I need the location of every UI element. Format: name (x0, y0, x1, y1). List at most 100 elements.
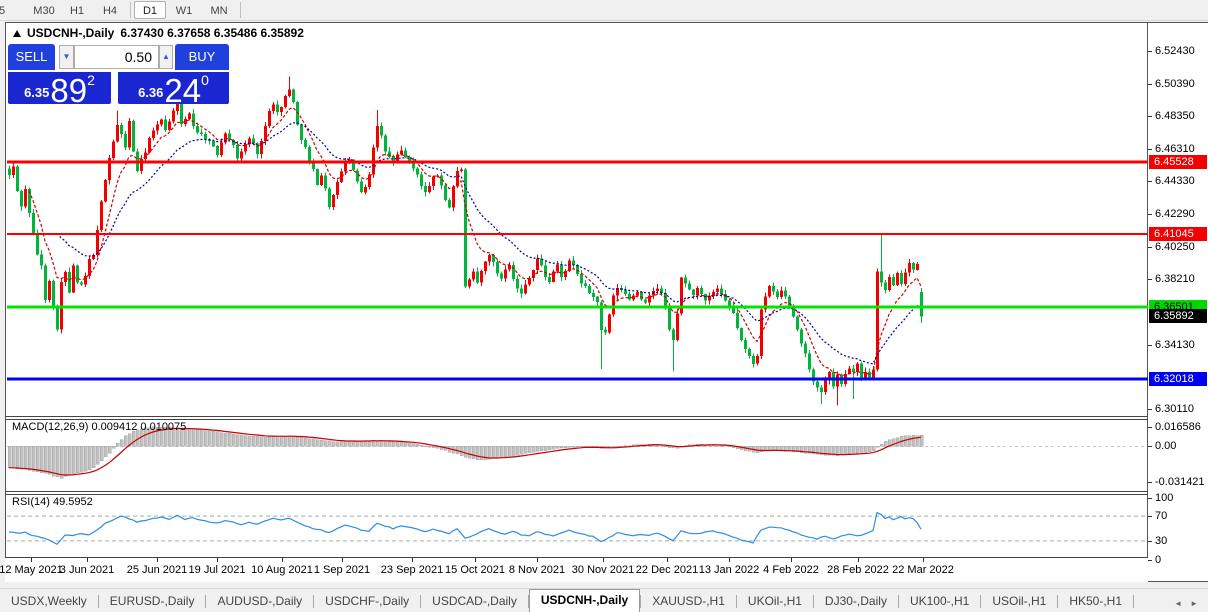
rsi-indicator-label: RSI(14) 49.5952 (12, 496, 93, 508)
chart-title-ohlc: 6.37430 6.37658 6.35486 6.35892 (120, 26, 304, 40)
chart-title-symbol: USDCNH-,Daily (27, 26, 115, 40)
chart-title: USDCNH-,Daily 6.37430 6.37658 6.35486 6.3… (13, 26, 304, 40)
ask-price-big: 24 (164, 72, 202, 109)
macd-axis-label: 0.016586 (1155, 420, 1201, 433)
volume-increase-button[interactable]: ▲ (159, 45, 173, 69)
price-axis-tick (1148, 246, 1152, 248)
candles-layer (8, 76, 923, 406)
date-axis-tick (87, 558, 88, 562)
chart-tab-usdchf[interactable]: USDCHF-,Daily (314, 591, 420, 612)
macd-axis-tick (1148, 426, 1152, 428)
date-axis-label: 4 Feb 2022 (763, 564, 819, 576)
date-axis-label: 12 May 2021 (0, 564, 63, 576)
macd-axis-tick (1148, 446, 1152, 447)
price-axis-tick (1148, 116, 1152, 118)
price-axis-tick (1148, 149, 1152, 151)
chart-tab-dj30[interactable]: DJ30-,Daily (814, 591, 898, 612)
toolbar-separator (240, 2, 241, 18)
chart-tab-uk100[interactable]: UK100-,H1 (899, 591, 980, 612)
rsi-axis-label: 30 (1155, 534, 1168, 547)
ask-price-panel[interactable]: 6.36 24 0 (118, 72, 229, 109)
chart-collapse-icon[interactable] (13, 30, 21, 37)
timeframe-button-m30[interactable]: M30 (26, 1, 62, 19)
bid-price-pip: 2 (87, 72, 95, 88)
date-axis-label: 22 Mar 2022 (892, 564, 954, 576)
price-level-badge: 6.32018 (1149, 371, 1207, 386)
mt4-window: { "toolbar": { "timeframes": [ {"label":… (0, 0, 1208, 612)
rsi-axis-tick (1148, 497, 1152, 499)
macd-axis-label: 0.00 (1155, 440, 1177, 452)
macd-axis-tick (1148, 482, 1152, 484)
buy-button[interactable]: BUY (175, 44, 229, 70)
date-axis-tick (537, 558, 538, 562)
tab-scroll-left-icon[interactable]: ◄ (1174, 599, 1182, 608)
rsi-axis-label: 0 (1155, 553, 1162, 566)
macd-histogram (7, 426, 924, 479)
price-axis-label: 6.38210 (1155, 273, 1195, 286)
date-axis-tick (157, 558, 158, 562)
price-axis: 6.52430 6.50390 6.48350 6.46310 6.44330 6.422… (1148, 22, 1208, 582)
date-axis-label: 3 Jun 2021 (59, 564, 115, 576)
date-axis-label: 28 Feb 2022 (827, 564, 889, 576)
chart-tab-usoil[interactable]: USOil-,H1 (981, 591, 1057, 612)
tab-scroll-right-icon[interactable]: ► (1190, 599, 1198, 608)
price-level-badge: 6.35892 (1149, 309, 1207, 324)
price-axis-tick (1148, 213, 1152, 215)
bid-price-big: 89 (50, 72, 88, 109)
date-axis-tick (729, 558, 730, 562)
rsi-line (8, 511, 922, 546)
date-axis-tick (667, 558, 668, 562)
spinner-up-icon: ▲ (162, 52, 170, 61)
rsi-panel-canvas[interactable] (7, 496, 1148, 558)
price-axis-label: 6.40250 (1155, 240, 1195, 253)
price-axis-label: 6.48350 (1155, 110, 1195, 123)
price-axis-label: 6.34130 (1155, 338, 1195, 351)
timeframe-button-h1[interactable]: H1 (62, 1, 92, 19)
price-axis-tick (1148, 51, 1152, 52)
panel-divider[interactable] (5, 419, 1148, 420)
chart-tab-eurusd[interactable]: EURUSD-,Daily (99, 591, 206, 612)
timeframe-button-h4[interactable]: H4 (94, 1, 126, 19)
date-axis-label: 19 Jul 2021 (188, 564, 246, 576)
volume-decrease-button[interactable]: ▼ (59, 45, 74, 69)
chart-tab-xauusd[interactable]: XAUUSD-,H1 (641, 591, 736, 612)
bid-price-panel[interactable]: 6.35 89 2 (8, 72, 111, 109)
date-axis-label: 23 Sep 2021 (380, 564, 444, 576)
panel-divider[interactable] (5, 491, 1148, 492)
price-axis-tick (1148, 83, 1152, 85)
chart-tab-ukoil[interactable]: UKOil-,H1 (737, 591, 813, 612)
ask-price-prefix: 6.36 (138, 85, 164, 100)
chart-tab-usdx[interactable]: USDX,Weekly (0, 591, 98, 612)
chart-tab-usdcnh[interactable]: USDCNH-,Daily (528, 589, 641, 612)
date-axis-label: 30 Nov 2021 (571, 564, 635, 576)
chart-tab-hk50[interactable]: HK50-,H1 (1058, 591, 1133, 612)
panel-divider[interactable] (5, 494, 1148, 495)
macd-indicator-label: MACD(12,26,9) 0.009412 0.010075 (12, 421, 187, 433)
date-axis: 12 May 2021 3 Jun 2021 25 Jun 2021 19 Jul 2… (0, 558, 1148, 582)
symbol-tabbar: USDX,Weekly EURUSD-,Daily AUDUSD-,Daily USD… (0, 588, 1208, 612)
chart-tab-usdcad[interactable]: USDCAD-,Daily (421, 591, 528, 612)
timeframe-button-mn[interactable]: MN (202, 1, 236, 19)
timeframe-button-5[interactable]: 5 (0, 1, 8, 19)
price-axis-tick (1148, 344, 1152, 346)
price-axis-tick (1148, 409, 1152, 411)
tab-separator (1133, 595, 1135, 608)
price-axis-label: 6.42290 (1155, 207, 1195, 220)
date-axis-tick (475, 558, 476, 562)
volume-input[interactable] (74, 45, 159, 69)
sell-button[interactable]: SELL (8, 44, 55, 70)
date-axis-label: 22 Dec 2021 (635, 564, 699, 576)
macd-axis-label: -0.031421 (1155, 476, 1205, 489)
timeframe-button-d1[interactable]: D1 (134, 1, 166, 19)
horizontal-levels-layer[interactable] (7, 160, 1148, 381)
one-click-trading-widget: SELL ▼ ▲ BUY 6.35 89 2 6.36 24 0 (8, 44, 229, 109)
chart-tab-audusd[interactable]: AUDUSD-,Daily (206, 591, 313, 612)
date-axis-tick (791, 558, 792, 562)
date-axis-tick (923, 558, 924, 562)
date-axis-tick (31, 558, 32, 562)
timeframe-button-w1[interactable]: W1 (168, 1, 200, 19)
panel-divider[interactable] (5, 416, 1148, 417)
bid-price-prefix: 6.35 (24, 85, 50, 100)
rsi-axis-tick (1148, 540, 1152, 542)
ask-price-pip: 0 (201, 72, 209, 88)
